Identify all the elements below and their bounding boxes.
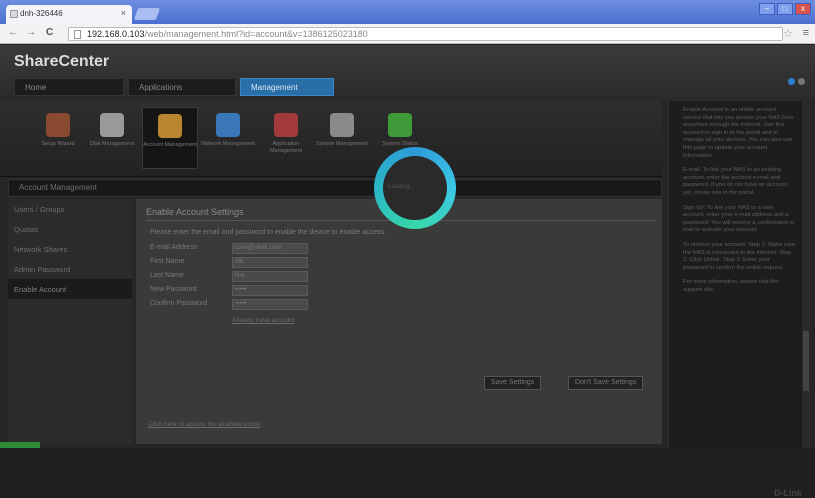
forward-arrow-icon[interactable]: → xyxy=(26,27,36,38)
sidebar-item-network-shares[interactable]: Network Shares xyxy=(8,239,132,259)
loading-label: Loading... xyxy=(388,184,415,190)
ribbon-network-management[interactable]: Network Management xyxy=(200,107,256,169)
account-icon xyxy=(158,114,182,138)
dont-save-settings-button[interactable]: Don't Save Settings xyxy=(568,376,644,390)
main-tabs: Home Applications Management xyxy=(14,78,334,96)
dlink-logo: D-Link xyxy=(774,488,802,498)
ribbon-account-management[interactable]: Account Management xyxy=(142,107,198,169)
help-paragraph: Sign Up: To link your NAS to a new accou… xyxy=(683,204,796,234)
help-paragraph: E-mail: To link your NAS to an existing … xyxy=(683,167,788,196)
tab-close-icon[interactable]: × xyxy=(121,8,126,18)
loading-spinner-icon xyxy=(374,147,456,229)
chrome-menu-icon[interactable]: ≡ xyxy=(803,27,809,39)
content-description: Please enter the email and password to e… xyxy=(150,229,387,236)
taskbar-accent xyxy=(0,442,40,448)
url-path: /web/management.html?id=account&v=138612… xyxy=(144,29,368,39)
wizard-icon xyxy=(46,113,70,137)
sidebar: Users / Groups Quotas Network Shares Adm… xyxy=(8,199,132,444)
management-icon-ribbon: Setup Wizard Disk Management Account Man… xyxy=(0,101,662,177)
ribbon-label: Network Management xyxy=(201,141,255,147)
back-arrow-icon[interactable]: ← xyxy=(8,27,18,38)
ribbon-application-management[interactable]: Application Management xyxy=(258,107,314,169)
portal-link[interactable]: Click here to access the enabled portal xyxy=(148,421,260,428)
window-controls: – □ x xyxy=(759,3,811,15)
reload-icon[interactable]: C xyxy=(46,27,53,38)
disk-icon xyxy=(100,113,124,137)
sidebar-item-admin-password[interactable]: Admin Password xyxy=(8,259,132,279)
help-paragraph: Enable Account is an online account serv… xyxy=(683,107,794,159)
ribbon-label: Setup Wizard xyxy=(41,141,75,147)
maximize-button[interactable]: □ xyxy=(777,3,793,15)
bookmark-star-icon[interactable]: ☆ xyxy=(783,27,793,40)
close-window-button[interactable]: x xyxy=(795,3,811,15)
save-settings-button[interactable]: Save Settings xyxy=(484,376,542,390)
new-tab-button[interactable] xyxy=(133,8,161,20)
confirm-password-label: Confirm Password xyxy=(150,300,208,307)
help-scrollbar-thumb[interactable] xyxy=(803,331,809,391)
browser-window: dnh-326446 × – □ x ← → C 192.168.0.103/w… xyxy=(0,0,815,498)
address-bar[interactable]: 192.168.0.103/web/management.html?id=acc… xyxy=(68,27,783,41)
help-panel: Enable Account is an online account serv… xyxy=(668,101,810,498)
page-viewport: ShareCenter Home Applications Management… xyxy=(0,45,815,498)
existing-account-link[interactable]: Already have account xyxy=(232,317,295,324)
status-dot-icon xyxy=(788,78,795,85)
help-scrollbar[interactable] xyxy=(802,101,810,448)
ribbon-system-management[interactable]: System Management xyxy=(314,107,370,169)
ribbon-label: Disk Management xyxy=(89,141,135,147)
ribbon-label: Account Management xyxy=(143,142,197,148)
tab-applications[interactable]: Applications xyxy=(128,78,236,96)
navigation-bar: ← → C 192.168.0.103/web/management.html?… xyxy=(0,24,815,44)
email-field[interactable]: user@dlink.com xyxy=(232,243,308,254)
last-name-label: Last Name xyxy=(150,272,184,279)
app-header: ShareCenter Home Applications Management xyxy=(0,45,815,101)
ribbon-disk-management[interactable]: Disk Management xyxy=(84,107,140,169)
sidebar-item-quotas[interactable]: Quotas xyxy=(8,219,132,239)
page-favicon-icon xyxy=(10,10,18,18)
tab-management[interactable]: Management xyxy=(240,78,334,96)
system-icon xyxy=(330,113,354,137)
title-bar: dnh-326446 × – □ x xyxy=(0,0,815,24)
tab-home[interactable]: Home xyxy=(14,78,124,96)
sidebar-item-users-groups[interactable]: Users / Groups xyxy=(8,199,132,219)
first-name-label: First Name xyxy=(150,258,185,265)
email-label: E-mail Address xyxy=(150,244,198,251)
help-paragraph: For more information, please visit the s… xyxy=(683,279,779,293)
ribbon-label: System Management xyxy=(316,141,368,147)
url-host: 192.168.0.103 xyxy=(87,29,145,39)
confirm-password-field[interactable]: ••••• xyxy=(232,299,308,310)
sharecenter-logo: ShareCenter xyxy=(14,53,110,70)
ribbon-setup-wizard[interactable]: Setup Wizard xyxy=(30,107,86,169)
status-dot-icon xyxy=(798,78,805,85)
page-icon xyxy=(74,30,81,39)
sidebar-item-enable-account[interactable]: Enable Account xyxy=(8,279,132,299)
last-name-field[interactable]: link xyxy=(232,271,308,282)
new-password-field[interactable]: ••••• xyxy=(232,285,308,296)
minimize-button[interactable]: – xyxy=(759,3,775,15)
header-status-dots xyxy=(788,78,805,85)
help-paragraph: To remove your account: Step 1: Make sur… xyxy=(683,241,796,271)
new-password-label: New Password xyxy=(150,286,197,293)
browser-tab[interactable]: dnh-326446 × xyxy=(6,5,132,24)
status-icon xyxy=(388,113,412,137)
content-panel: Enable Account Settings Please enter the… xyxy=(136,199,662,444)
tab-title: dnh-326446 xyxy=(20,9,63,18)
ribbon-label: Application Management xyxy=(269,141,303,154)
section-header: Account Management xyxy=(8,179,662,197)
application-icon xyxy=(274,113,298,137)
network-icon xyxy=(216,113,240,137)
content-title: Enable Account Settings xyxy=(146,207,244,217)
first-name-field[interactable]: dlk xyxy=(232,257,308,268)
